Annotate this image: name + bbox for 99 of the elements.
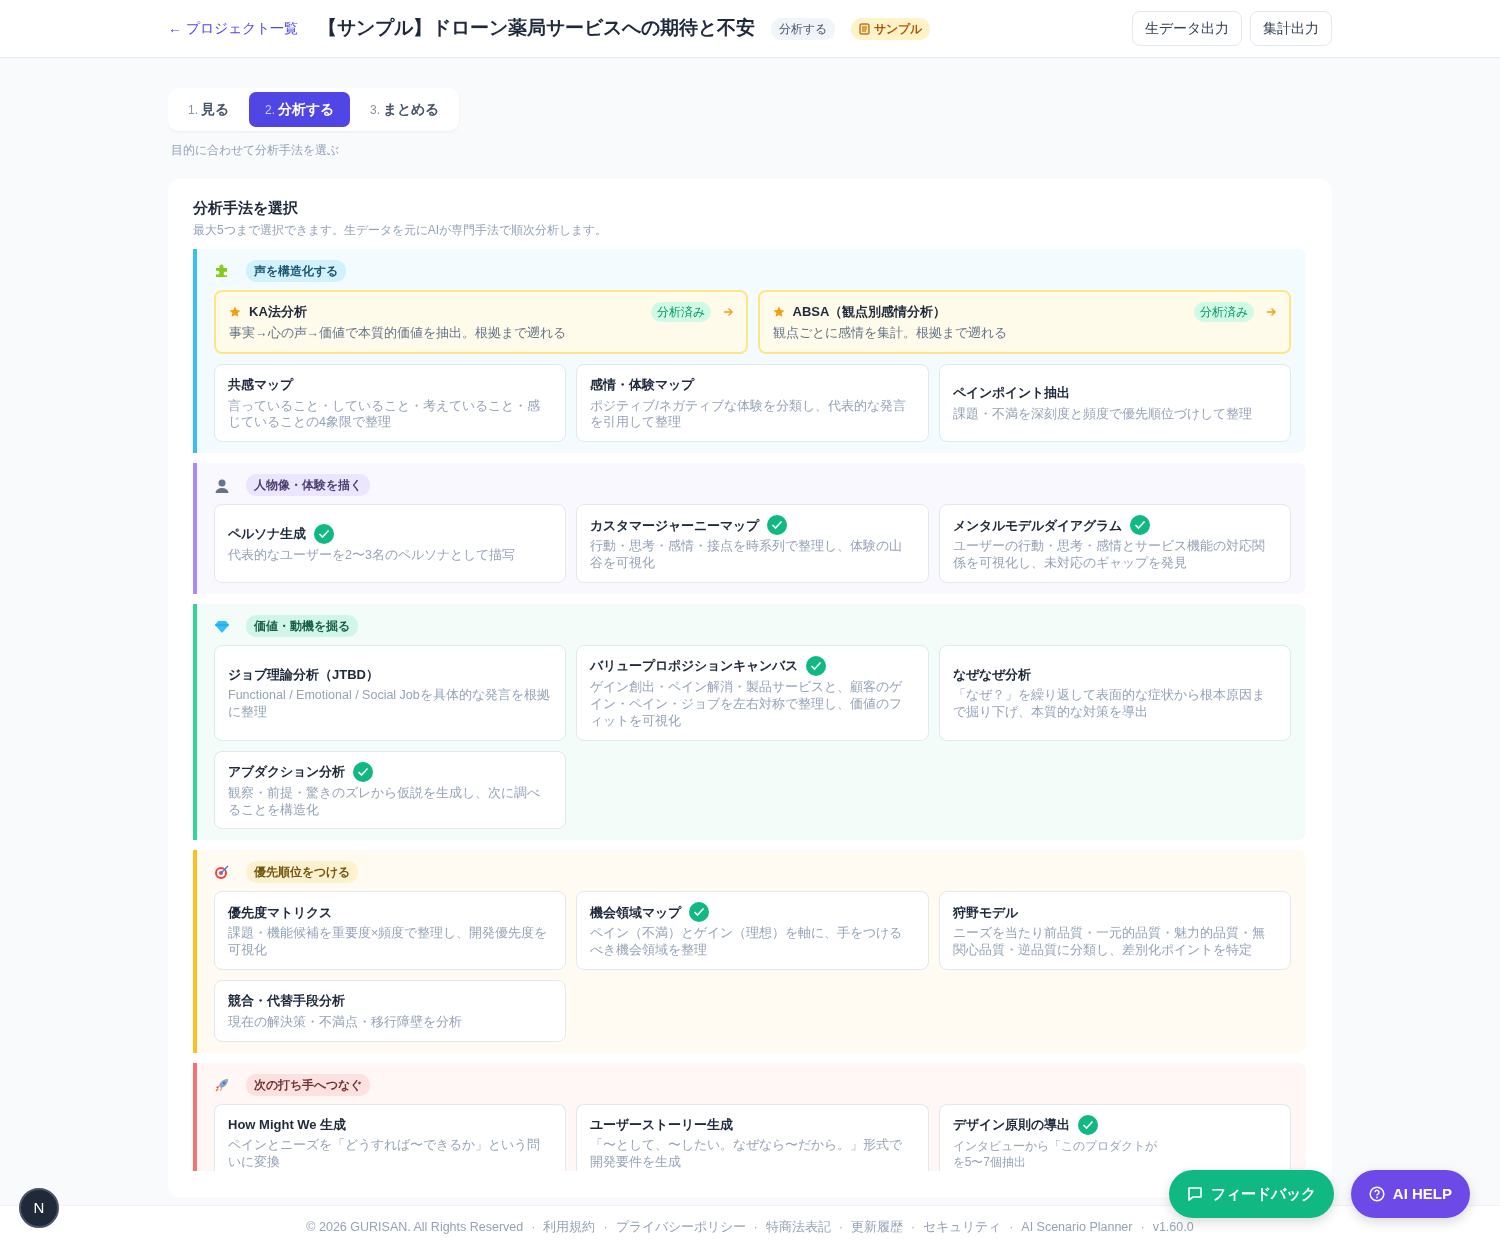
method-description: ペイン（不満）とゲイン（理想）を軸に、手をつけるべき機会領域を整理 [590, 925, 904, 960]
method-title: なぜなぜ分析 [952, 665, 1031, 684]
help-button[interactable]: AI HELP [1350, 1170, 1470, 1218]
method-title: メンタルモデルダイアグラム [952, 516, 1122, 535]
method-description: 「〜として、〜したい。なぜなら〜だから。」形式で開発要件を生成 [590, 1137, 904, 1171]
method-description: インタビューから「このプロダクトが [952, 1137, 1157, 1154]
method-description: 事実→心の声→価値で本質的価値を抽出。根拠まで遡れる [229, 325, 567, 342]
section-label: 人物像・体験を描く [246, 474, 370, 497]
method-description: 言っていること・していること・考えていること・感じていることの4象限で整理 [228, 397, 541, 432]
section-label: 価値・動機を掘る [246, 615, 358, 637]
step-tab[interactable]: 3. まとめる [354, 92, 456, 127]
method-description: 課題・機能候補を重要度×頻度で整理し、開発優先度を可視化 [228, 925, 549, 959]
method-card[interactable]: 狩野モデル ニーズを当たり前品質・一元的品質・魅力的品質・無関心品質・逆品質に分類し、差別化ポイントを特定 [938, 891, 1291, 971]
method-title: 競合・代替手段分析 [228, 992, 345, 1011]
star-icon [229, 306, 241, 319]
gem-icon [214, 619, 230, 633]
method-card[interactable]: メンタルモデルダイアグラム ユーザーの行動・思考・感情とサービス機能の対応関係を可視化し、未対応のギャップを発見 [938, 504, 1291, 583]
help-icon [1368, 1186, 1385, 1202]
step-tab[interactable]: 1. 見る [172, 92, 245, 127]
panel-subtitle: 最大5つまで選択できます。生データを元にAIが専門手法で順次分析します。 [193, 222, 608, 239]
method-title: 共感マップ [228, 376, 293, 394]
method-card[interactable]: 感情・体験マップ ポジティブ/ネガティブな体験を分類し、代表的な発言を引用して整理 [576, 364, 929, 443]
method-description: 行動・思考・感情・接点を時系列で整理し、体験の山谷を可視化 [590, 538, 904, 572]
method-card[interactable]: KA法分析 分析済み 事実→心の声→価値で本質的価値を抽出。根拠まで遡れる [214, 290, 748, 354]
method-description: ペインとニーズを「どうすれば〜できるか」という問いに変換 [228, 1137, 541, 1171]
method-card[interactable]: バリュープロポジションキャンバス ゲイン創出・ペイン解消・製品サービスと、顧客のゲイン・ペイン・ジョブを左右対称で整理し、価値のフィットを可視化 [576, 645, 929, 741]
arrow-icon [722, 307, 733, 318]
export-button[interactable]: 生データ出力 [1132, 11, 1242, 46]
separator: · [1140, 1218, 1145, 1236]
separator: · [838, 1218, 843, 1236]
method-description: ゲイン創出・ペイン解消・製品サービスと、顧客のゲイン・ペイン・ジョブを左右対称で整理し、価値のフィットを可視化 [590, 679, 904, 730]
step-hint: 目的に合わせて分析手法を選ぶ [171, 142, 340, 159]
method-title: ペルソナ生成 [228, 524, 306, 543]
stage-badge: 分析する [770, 17, 835, 40]
method-title: バリュープロポジションキャンバス [590, 657, 799, 676]
page-title: 【サンプル】ドローン薬局サービスへの期待と不安 [317, 17, 755, 40]
rocket-icon [214, 1076, 230, 1093]
separator: · [603, 1218, 608, 1236]
method-description: 観察・前提・驚きのズレから仮説を生成し、次に調べることを構造化 [228, 784, 541, 819]
method-card[interactable]: デザイン原則の導出 インタビューから「このプロダクトが を5〜7個抽出 [938, 1103, 1291, 1171]
method-title: ABSA（観点別感情分析） [792, 303, 947, 322]
method-description: Functional / Emotional / Social Jobを具体的な発言を根拠に整理 [228, 687, 551, 721]
step-tab[interactable]: 2. 分析する [249, 92, 351, 127]
method-title: 感情・体験マップ [590, 376, 695, 394]
person-icon [214, 477, 230, 493]
star-icon [772, 306, 785, 319]
chat-icon [1187, 1186, 1203, 1202]
status-badge: 分析済み [1194, 302, 1254, 323]
section-label: 優先順位をつける [246, 861, 358, 884]
method-title: 優先度マトリクス [228, 903, 332, 922]
method-card[interactable]: How Might We 生成 ペインとニーズを「どうすれば〜できるか」という問いに変換 [214, 1103, 567, 1171]
dev-badge[interactable]: N [19, 1188, 59, 1228]
method-card[interactable]: ペインポイント抽出 課題・不満を深刻度と頻度で優先順位づけして整理 [938, 364, 1291, 443]
section-label: 声を構造化する [246, 260, 346, 282]
target-icon [214, 864, 230, 881]
method-card[interactable]: ABSA（観点別感情分析） 分析済み 観点ごとに感情を集計。根拠まで遡れる [757, 290, 1291, 354]
method-description: ポジティブ/ネガティブな体験を分類し、代表的な発言を引用して整理 [590, 397, 907, 432]
back-link[interactable]: ← プロジェクト一覧 [168, 18, 298, 39]
separator: · [753, 1218, 758, 1236]
method-title: アブダクション分析 [228, 762, 345, 781]
method-description: 「なぜ？」を繰り返して表面的な症状から根本原因まで掘り下げ、本質的な対策を導出 [952, 687, 1266, 721]
method-card[interactable]: 機会領域マップ ペイン（不満）とゲイン（理想）を軸に、手をつけるべき機会領域を整理 [576, 891, 929, 971]
method-description: 現在の解決策・不満点・移行障壁を分析 [228, 1013, 463, 1031]
separator: · [1009, 1218, 1014, 1236]
method-description: を5〜7個抽出 [952, 1153, 1026, 1170]
method-card[interactable]: ユーザーストーリー生成 「〜として、〜したい。なぜなら〜だから。」形式で開発要件を生成 [576, 1103, 929, 1171]
method-card[interactable]: カスタマージャーニーマップ 行動・思考・感情・接点を時系列で整理し、体験の山谷を可視化 [576, 504, 929, 583]
method-card[interactable]: ジョブ理論分析（JTBD） Functional / Emotional / Social Jobを具体的な発言を根拠に整理 [214, 645, 567, 741]
separator: · [910, 1218, 916, 1236]
status-badge: 分析済み [650, 302, 711, 323]
method-card[interactable]: 優先度マトリクス 課題・機能候補を重要度×頻度で整理し、開発優先度を可視化 [214, 891, 567, 971]
method-title: デザイン原則の導出 [952, 1115, 1070, 1134]
method-title: ジョブ理論分析（JTBD） [228, 665, 379, 684]
method-description: ユーザーの行動・思考・感情とサービス機能の対応関係を可視化し、未対応のギャップを発見 [952, 538, 1266, 572]
sample-badge: サンプル [850, 17, 930, 40]
method-card[interactable]: 共感マップ 言っていること・していること・考えていること・感じていることの4象限で整理 [214, 364, 567, 443]
method-card[interactable]: アブダクション分析 観察・前提・驚きのズレから仮説を生成し、次に調べることを構造化 [214, 750, 567, 830]
method-description: ニーズを当たり前品質・一元的品質・魅力的品質・無関心品質・逆品質に分類し、差別化ポイントを特定 [952, 925, 1266, 959]
copyright-text: © 2026 GURISAN. All Rights Reserved [306, 1218, 524, 1236]
method-title: 狩野モデル [952, 903, 1018, 922]
method-title: 機会領域マップ [590, 903, 682, 922]
method-card[interactable]: なぜなぜ分析 「なぜ？」を繰り返して表面的な症状から根本原因まで掘り下げ、本質的な対策を導出 [938, 645, 1291, 741]
method-title: ペインポイント抽出 [952, 384, 1070, 403]
separator: · [531, 1218, 536, 1236]
method-description: 観点ごとに感情を集計。根拠まで遡れる [772, 325, 1008, 342]
notepad-icon [858, 22, 870, 35]
export-button[interactable]: 集計出力 [1250, 11, 1332, 46]
method-description: 代表的なユーザーを2〜3名のペルソナとして描写 [228, 546, 516, 564]
method-card[interactable]: 競合・代替手段分析 現在の解決策・不満点・移行障壁を分析 [214, 980, 567, 1042]
method-title: How Might We 生成 [228, 1115, 347, 1134]
panel-title: 分析手法を選択 [193, 199, 299, 217]
section-label: 次の打ち手へつなぐ [246, 1073, 370, 1096]
puzzle-icon [214, 264, 230, 278]
arrow-icon [1266, 307, 1276, 318]
method-description: 課題・不満を深刻度と頻度で優先順位づけして整理 [952, 405, 1253, 423]
method-title: KA法分析 [249, 303, 307, 322]
method-title: カスタマージャーニーマップ [590, 516, 760, 535]
method-title: ユーザーストーリー生成 [590, 1115, 734, 1134]
method-card[interactable]: ペルソナ生成 代表的なユーザーを2〜3名のペルソナとして描写 [214, 504, 567, 583]
